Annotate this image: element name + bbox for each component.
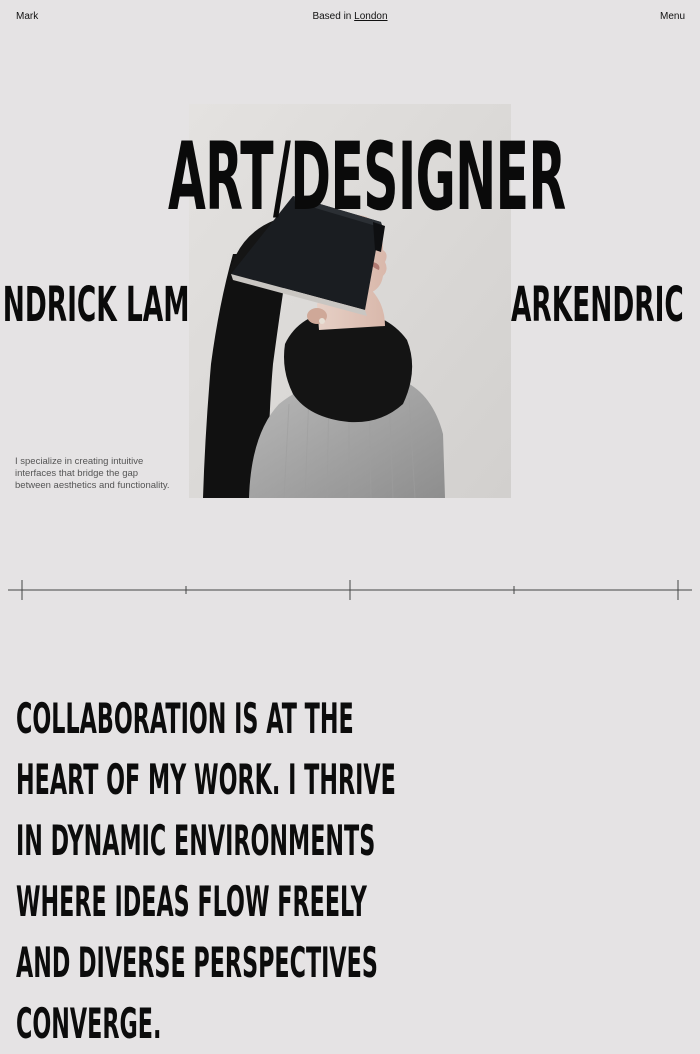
section-divider-ruler [8, 580, 692, 600]
collaboration-statement: COLLABORATION IS AT THE HEART OF MY WORK… [16, 688, 482, 1054]
statement-line: IN DYNAMIC ENVIRONMENTS [16, 816, 376, 865]
marquee-left-text: NDRICK LAM [2, 277, 189, 333]
name-marquee-right: ARKENDRIC [511, 275, 700, 335]
statement-line: HEART OF MY WORK. I THRIVE [16, 755, 396, 804]
location-prefix: Based in [312, 11, 355, 22]
location-link[interactable]: London [354, 11, 387, 22]
name-marquee-left: NDRICK LAM [0, 275, 189, 335]
statement-line: AND DIVERSE PERSPECTIVES [16, 938, 378, 987]
hero-headline: ART/DESIGNER [168, 123, 566, 232]
top-navigation: Mark Based in London Menu [0, 0, 700, 34]
statement-line: WHERE IDEAS FLOW FREELY [16, 877, 367, 926]
location-text: Based in London [0, 11, 700, 22]
menu-button[interactable]: Menu [660, 11, 685, 22]
marquee-right-text: ARKENDRIC [511, 277, 684, 333]
statement-line: CONVERGE. [16, 999, 162, 1048]
statement-line: COLLABORATION IS AT THE [16, 694, 354, 743]
intro-paragraph: I specialize in creating intuitive inter… [15, 455, 170, 492]
